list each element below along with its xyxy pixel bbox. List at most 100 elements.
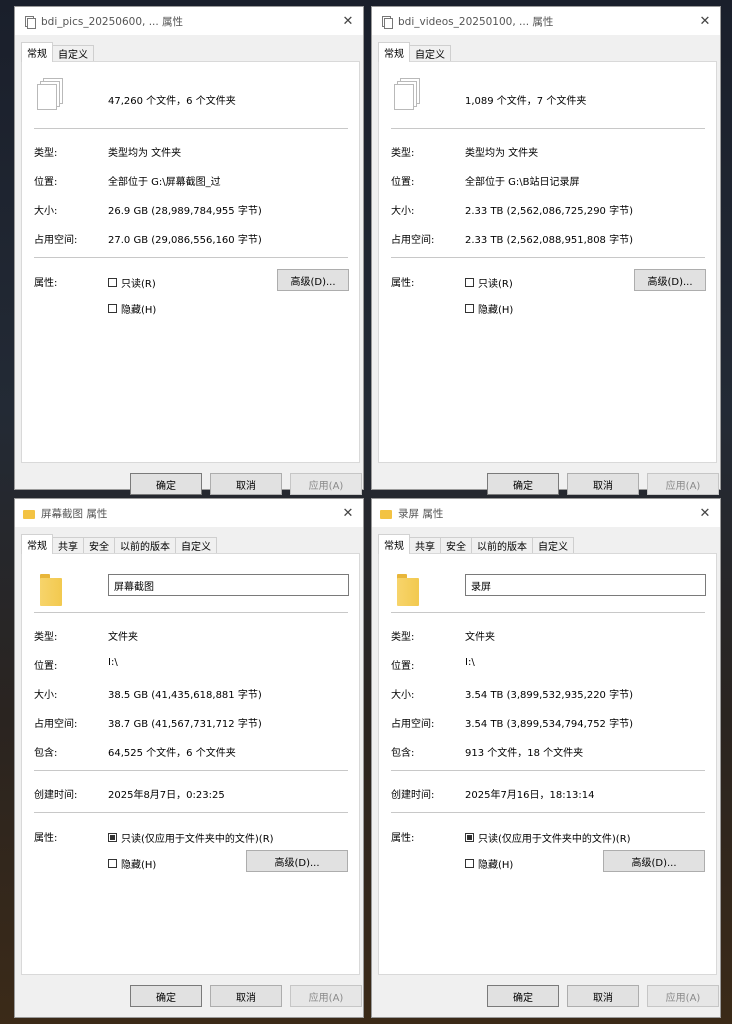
checkbox-indeterminate-icon[interactable] [108, 833, 117, 842]
title-bar[interactable]: bdi_videos_20250100, ... 属性 ✕ [372, 7, 720, 35]
checkbox-unchecked-icon[interactable] [465, 278, 474, 287]
tab-general[interactable]: 常规 [378, 42, 410, 62]
multiple-files-icon [380, 15, 393, 29]
hidden-checkbox[interactable]: 隐藏(H) [465, 856, 513, 871]
hidden-checkbox[interactable]: 隐藏(H) [108, 856, 156, 871]
tab-security[interactable]: 安全 [440, 537, 472, 553]
window-title: bdi_pics_20250600, ... 属性 [41, 15, 184, 28]
folder-icon [397, 574, 419, 606]
tab-previous-versions[interactable]: 以前的版本 [114, 537, 176, 553]
size-label: 大小: [391, 690, 415, 701]
advanced-button[interactable]: 高级(D)... [634, 269, 706, 291]
readonly-checkbox[interactable]: 只读(R) [465, 275, 513, 290]
type-value: 文件夹 [465, 632, 495, 643]
attributes-label: 属性: [391, 278, 415, 289]
ok-button[interactable]: 确定 [130, 985, 202, 1007]
title-bar[interactable]: 录屏 属性 ✕ [372, 499, 720, 527]
title-bar[interactable]: 屏幕截图 属性 ✕ [15, 499, 363, 527]
hidden-checkbox[interactable]: 隐藏(H) [108, 301, 156, 316]
advanced-button[interactable]: 高级(D)... [277, 269, 349, 291]
checkbox-unchecked-icon[interactable] [465, 304, 474, 313]
readonly-checkbox[interactable]: 只读(仅应用于文件夹中的文件)(R) [465, 830, 631, 845]
type-label: 类型: [34, 632, 58, 643]
tab-general[interactable]: 常规 [21, 534, 53, 554]
checkbox-unchecked-icon[interactable] [108, 278, 117, 287]
size-value: 26.9 GB (28,989,784,955 字节) [108, 206, 262, 217]
type-value: 文件夹 [108, 632, 138, 643]
cancel-button[interactable]: 取消 [567, 473, 639, 495]
tab-sharing[interactable]: 共享 [52, 537, 84, 553]
divider [34, 128, 348, 129]
checkbox-unchecked-icon[interactable] [465, 859, 474, 868]
checkbox-indeterminate-icon[interactable] [465, 833, 474, 842]
tab-previous-versions[interactable]: 以前的版本 [471, 537, 533, 553]
ok-button[interactable]: 确定 [487, 473, 559, 495]
close-icon[interactable]: ✕ [694, 506, 716, 521]
checkbox-unchecked-icon[interactable] [108, 304, 117, 313]
divider [34, 770, 348, 771]
hidden-label: 隐藏(H) [121, 860, 157, 871]
size-on-disk-value: 38.7 GB (41,567,731,712 字节) [108, 719, 262, 730]
divider [391, 770, 705, 771]
hidden-label: 隐藏(H) [478, 305, 514, 316]
size-on-disk-value: 3.54 TB (3,899,534,794,752 字节) [465, 719, 633, 730]
cancel-button[interactable]: 取消 [567, 985, 639, 1007]
general-panel: 类型: 文件夹 位置: I:\ 大小: 3.54 TB (3,899,532,9… [378, 553, 717, 975]
size-value: 2.33 TB (2,562,086,725,290 字节) [465, 206, 633, 217]
folder-name-input[interactable] [465, 574, 706, 596]
type-label: 类型: [391, 148, 415, 159]
created-value: 2025年7月16日，18:13:14 [465, 790, 595, 801]
size-value: 3.54 TB (3,899,532,935,220 字节) [465, 690, 633, 701]
title-bar[interactable]: bdi_pics_20250600, ... 属性 ✕ [15, 7, 363, 35]
apply-button[interactable]: 应用(A) [290, 473, 362, 495]
tab-general[interactable]: 常规 [21, 42, 53, 62]
created-label: 创建时间: [391, 790, 435, 801]
window-title: bdi_videos_20250100, ... 属性 [398, 15, 554, 28]
checkbox-unchecked-icon[interactable] [108, 859, 117, 868]
size-on-disk-label: 占用空间: [391, 719, 435, 730]
readonly-checkbox[interactable]: 只读(仅应用于文件夹中的文件)(R) [108, 830, 274, 845]
folder-icon [380, 509, 392, 519]
divider [34, 612, 348, 613]
multiple-files-icon [393, 78, 423, 112]
divider [391, 612, 705, 613]
advanced-button[interactable]: 高级(D)... [603, 850, 705, 872]
size-label: 大小: [34, 206, 58, 217]
hidden-checkbox[interactable]: 隐藏(H) [465, 301, 513, 316]
folder-name-input[interactable] [108, 574, 349, 596]
apply-button[interactable]: 应用(A) [647, 473, 719, 495]
cancel-button[interactable]: 取消 [210, 473, 282, 495]
apply-button[interactable]: 应用(A) [647, 985, 719, 1007]
apply-button[interactable]: 应用(A) [290, 985, 362, 1007]
tab-customize[interactable]: 自定义 [175, 537, 217, 553]
contains-value: 64,525 个文件，6 个文件夹 [108, 748, 236, 759]
close-icon[interactable]: ✕ [337, 14, 359, 29]
size-on-disk-value: 2.33 TB (2,562,088,951,808 字节) [465, 235, 633, 246]
type-label: 类型: [391, 632, 415, 643]
created-value: 2025年8月7日，0:23:25 [108, 790, 225, 801]
close-icon[interactable]: ✕ [694, 14, 716, 29]
properties-window-bdi-pics: bdi_pics_20250600, ... 属性 ✕ 常规 自定义 47,26… [14, 6, 364, 495]
tab-customize[interactable]: 自定义 [52, 45, 94, 61]
readonly-checkbox[interactable]: 只读(R) [108, 275, 156, 290]
tab-customize[interactable]: 自定义 [409, 45, 451, 61]
ok-button[interactable]: 确定 [487, 985, 559, 1007]
tab-customize[interactable]: 自定义 [532, 537, 574, 553]
cancel-button[interactable]: 取消 [210, 985, 282, 1007]
location-value: 全部位于 G:\B站日记录屏 [465, 177, 580, 188]
contains-value: 913 个文件，18 个文件夹 [465, 748, 584, 759]
tab-strip: 常规 共享 安全 以前的版本 自定义 [21, 533, 217, 554]
multiple-files-icon [36, 78, 66, 112]
hidden-label: 隐藏(H) [121, 305, 157, 316]
location-value: I:\ [108, 657, 118, 668]
close-icon[interactable]: ✕ [337, 506, 359, 521]
tab-general[interactable]: 常规 [378, 534, 410, 554]
ok-button[interactable]: 确定 [130, 473, 202, 495]
folder-icon [23, 509, 35, 519]
advanced-button[interactable]: 高级(D)... [246, 850, 348, 872]
file-count-summary: 1,089 个文件，7 个文件夹 [465, 96, 587, 107]
tab-security[interactable]: 安全 [83, 537, 115, 553]
general-panel: 1,089 个文件，7 个文件夹 类型: 类型均为 文件夹 位置: 全部位于 G… [378, 61, 717, 463]
properties-window-recordings: 录屏 属性 ✕ 常规 共享 安全 以前的版本 自定义 类型: 文件夹 位置: I… [371, 498, 721, 1018]
tab-sharing[interactable]: 共享 [409, 537, 441, 553]
